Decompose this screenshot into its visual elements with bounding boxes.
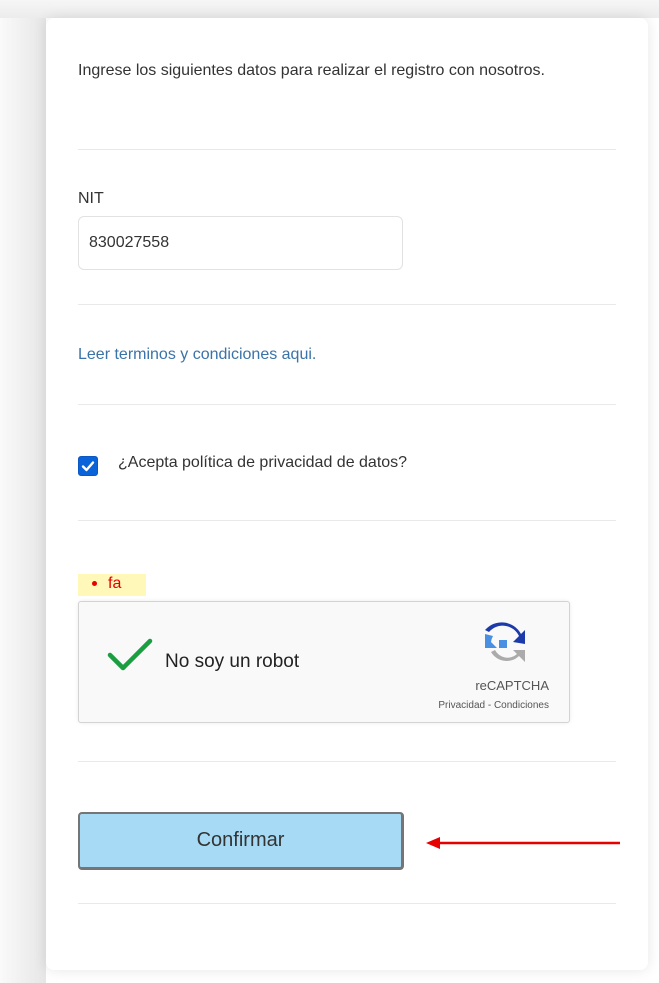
divider bbox=[78, 520, 616, 521]
registration-card: Ingrese los siguientes datos para realiz… bbox=[46, 18, 648, 970]
divider bbox=[78, 404, 616, 405]
recaptcha-widget[interactable]: No soy un robot reCAPTCHA Privacidad - C… bbox=[78, 601, 570, 723]
privacy-checkbox[interactable] bbox=[78, 456, 98, 476]
privacy-label: ¿Acepta política de privacidad de datos? bbox=[118, 454, 408, 471]
terms-link[interactable]: Leer terminos y condiciones aqui. bbox=[78, 346, 316, 364]
divider bbox=[78, 304, 616, 305]
recaptcha-checkmark-icon bbox=[107, 638, 153, 671]
divider bbox=[78, 903, 616, 904]
intro-text: Ingrese los siguientes datos para realiz… bbox=[78, 62, 545, 79]
divider bbox=[78, 149, 616, 150]
nit-input[interactable] bbox=[78, 216, 403, 270]
checkmark-icon bbox=[81, 461, 95, 472]
page-background-left bbox=[0, 0, 46, 983]
page-background-top bbox=[0, 0, 659, 18]
nit-label: NIT bbox=[78, 190, 104, 207]
annotation-arrow-icon bbox=[426, 837, 620, 849]
error-message: fa bbox=[78, 574, 146, 596]
recaptcha-label: No soy un robot bbox=[165, 651, 300, 672]
recaptcha-links[interactable]: Privacidad - Condiciones bbox=[438, 700, 549, 711]
recaptcha-brand: reCAPTCHA bbox=[475, 678, 549, 693]
confirm-button[interactable]: Confirmar bbox=[78, 812, 404, 870]
recaptcha-logo-icon bbox=[485, 622, 525, 662]
bullet-icon bbox=[92, 581, 97, 586]
divider bbox=[78, 761, 616, 762]
error-text: fa bbox=[108, 575, 122, 592]
